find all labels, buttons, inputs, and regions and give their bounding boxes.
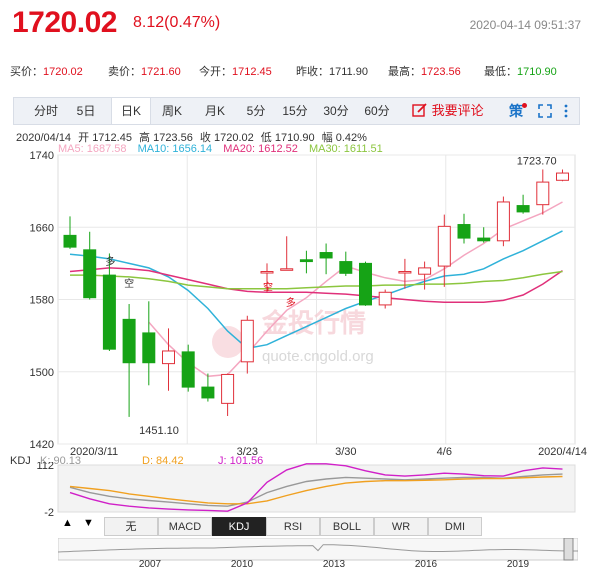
signal-label: 多 <box>105 255 115 268</box>
indicator-tab-kdj[interactable]: KDJ <box>212 517 266 536</box>
candle-up <box>378 291 392 306</box>
fullscreen-icon[interactable] <box>538 98 552 124</box>
candle-up <box>556 172 569 181</box>
candle-down <box>181 351 195 388</box>
overview-year-label: 2013 <box>323 559 346 568</box>
buy-price: 买价：1720.02 <box>10 66 83 78</box>
indicator-tab-dmi[interactable]: DMI <box>428 517 482 536</box>
candle-down <box>319 252 333 259</box>
quote-datetime: 2020-04-14 09:51:37 <box>469 18 581 32</box>
candle-down <box>339 261 353 274</box>
candle-up <box>221 373 235 404</box>
tab-30-min[interactable]: 30分 <box>319 98 353 124</box>
history-overview-navigator[interactable]: 2007 2010 2013 2016 2019 <box>58 538 578 568</box>
more-menu-icon[interactable] <box>563 98 569 124</box>
comment-label: 我要评论 <box>431 103 484 118</box>
kdj-y-tick: 112 <box>36 462 54 472</box>
y-tick-label: 1500 <box>30 367 54 379</box>
candle-down <box>477 237 491 242</box>
overview-year-label: 2007 <box>139 559 162 568</box>
candle-down <box>457 224 471 239</box>
last-price: 1720.02 <box>12 6 117 39</box>
candle-down <box>122 318 136 364</box>
overview-range-handle[interactable] <box>563 538 574 561</box>
kdj-y-tick: -2 <box>44 507 54 516</box>
candle-down <box>359 262 372 306</box>
high-price: 最高：1723.56 <box>388 66 461 78</box>
candle-up <box>260 271 274 274</box>
candle-up <box>418 267 432 275</box>
candle-up <box>240 319 254 363</box>
kdj-chart[interactable]: 112 -2 <box>0 462 591 516</box>
x-tick-label: 3/23 <box>237 446 258 455</box>
tab-5-min[interactable]: 5分 <box>240 98 272 124</box>
period-tab-bar: 分时 5日 日K 周K 月K 5分 15分 30分 60分 我要评论 策 <box>13 97 580 125</box>
open-price: 今开：1712.45 <box>199 66 272 78</box>
candlestick-chart[interactable]: 1740 1660 1580 1500 1420 2020/3/11 3/23 3/30 4/6… <box>0 150 591 455</box>
watermark-url: quote.cngold.org <box>262 348 374 365</box>
low-price: 最低：1710.90 <box>484 66 557 78</box>
indicator-tab-macd[interactable]: MACD <box>158 517 212 536</box>
tab-monthly-k[interactable]: 月K <box>197 98 233 124</box>
min-price-label: 1451.10 <box>139 425 179 437</box>
indicator-tab-none[interactable]: 无 <box>104 517 158 536</box>
y-tick-label: 1660 <box>30 222 54 234</box>
candle-up <box>496 201 510 242</box>
candle-up <box>162 350 175 365</box>
tab-weekly-k[interactable]: 周K <box>154 98 190 124</box>
max-price-label: 1723.70 <box>517 156 557 168</box>
indicator-tab-boll[interactable]: BOLL <box>320 517 374 536</box>
candle-down <box>201 386 215 399</box>
candle-down <box>516 205 530 213</box>
edit-icon <box>412 103 427 117</box>
signal-label: 空 <box>124 277 134 290</box>
tab-daily-k[interactable]: 日K <box>111 98 151 124</box>
tab-15-min[interactable]: 15分 <box>278 98 312 124</box>
candle-up <box>398 271 412 274</box>
candle-down <box>142 332 156 364</box>
tab-60-min[interactable]: 60分 <box>360 98 394 124</box>
comment-button[interactable]: 我要评论 <box>412 98 484 124</box>
y-tick-label: 1420 <box>30 439 54 451</box>
y-tick-label: 1740 <box>30 150 54 162</box>
indicator-tab-wr[interactable]: WR <box>374 517 428 536</box>
tab-intraday[interactable]: 分时 <box>28 98 64 124</box>
x-tick-label: 2020/3/11 <box>70 446 118 455</box>
tab-5-day[interactable]: 5日 <box>70 98 102 124</box>
candle-down <box>102 274 116 350</box>
indicator-tab-rsi[interactable]: RSI <box>266 517 320 536</box>
signal-label: 空 <box>263 280 273 293</box>
strategy-icon[interactable]: 策 <box>509 98 527 124</box>
scroll-left-button[interactable]: ▲ <box>62 517 73 529</box>
x-tick-label: 3/30 <box>335 446 356 455</box>
prev-close: 昨收：1711.90 <box>296 66 368 78</box>
candle-down <box>63 234 77 248</box>
candle-up <box>437 225 451 267</box>
overview-year-label: 2016 <box>415 559 438 568</box>
x-tick-label: 4/6 <box>437 446 452 455</box>
candle-down <box>83 249 97 299</box>
sell-price: 卖价：1721.60 <box>108 66 181 78</box>
price-change: 8.12(0.47%) <box>133 14 221 31</box>
overview-year-label: 2019 <box>507 559 530 568</box>
y-tick-label: 1580 <box>30 295 54 307</box>
notification-dot <box>522 103 527 108</box>
x-tick-label: 2020/4/14 <box>538 446 587 455</box>
candle-up <box>536 181 550 206</box>
scroll-right-button[interactable]: ▼ <box>83 517 94 529</box>
overview-year-label: 2010 <box>231 559 254 568</box>
candle-down <box>299 259 313 263</box>
signal-label: 多 <box>286 296 296 309</box>
candle-up <box>280 268 294 271</box>
